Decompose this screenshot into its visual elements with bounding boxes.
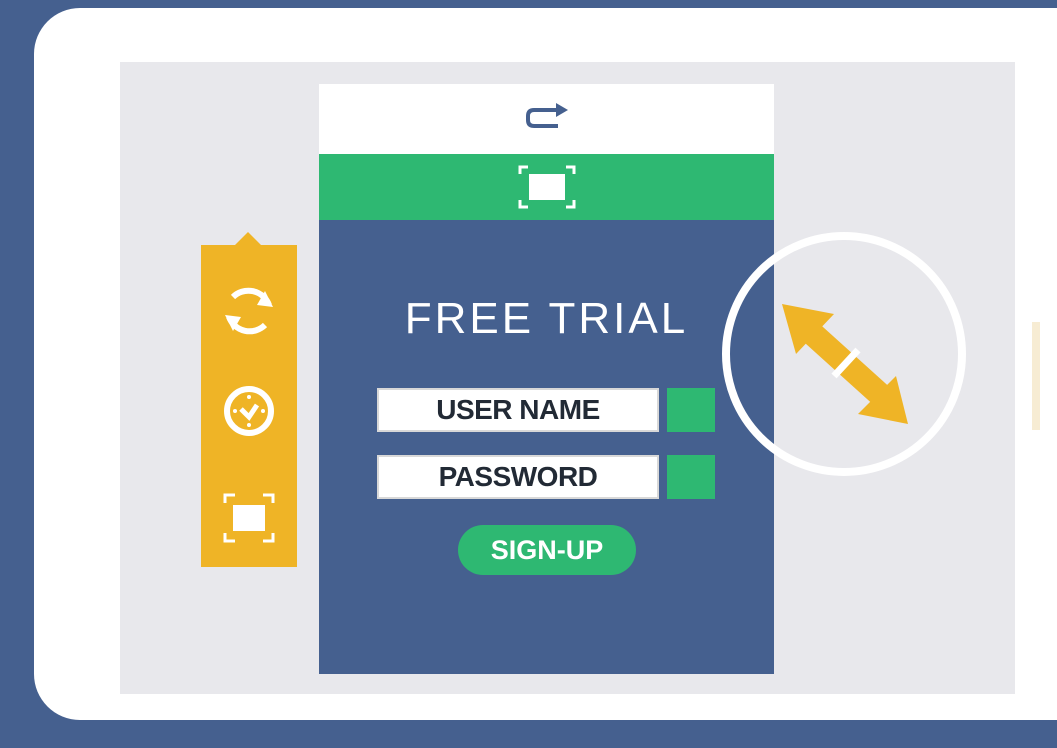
diagonal-resize-arrow-icon[interactable] (782, 304, 908, 424)
faint-marker (1032, 322, 1040, 430)
toolbar-notch (234, 232, 262, 246)
loop-arrow-icon[interactable] (524, 100, 570, 136)
clock-icon[interactable] (213, 375, 285, 447)
fullscreen-icon[interactable] (213, 481, 285, 553)
fullscreen-icon[interactable] (517, 164, 577, 210)
refresh-icon[interactable] (213, 275, 285, 347)
signup-button[interactable]: SIGN-UP (458, 525, 636, 575)
username-field[interactable]: USER NAME (377, 388, 659, 432)
panel-green-bar (319, 154, 774, 220)
panel-top-bar (319, 84, 774, 154)
resize-indicator (722, 232, 966, 476)
side-toolbar (201, 232, 297, 567)
password-field[interactable]: PASSWORD (377, 455, 659, 499)
